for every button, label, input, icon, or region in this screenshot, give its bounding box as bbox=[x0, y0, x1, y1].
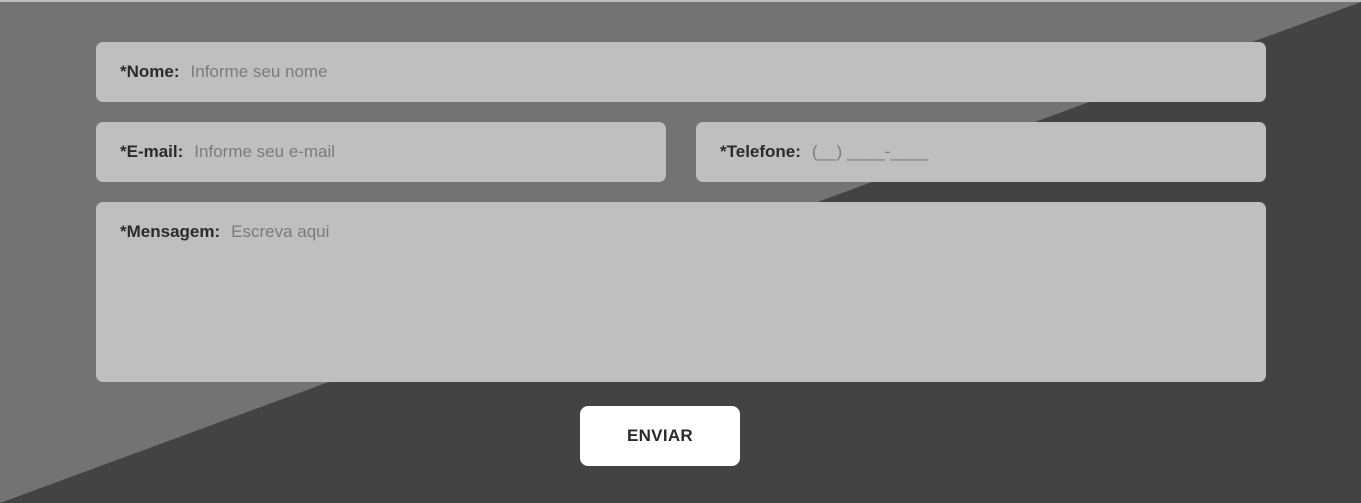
phone-field-container: *Telefone: bbox=[696, 122, 1266, 182]
name-label: *Nome: bbox=[120, 62, 180, 81]
email-field-container: *E-mail: bbox=[96, 122, 666, 182]
phone-input[interactable] bbox=[811, 142, 1242, 162]
message-label: *Mensagem: bbox=[120, 222, 221, 241]
name-input[interactable] bbox=[190, 62, 1242, 82]
phone-label: *Telefone: bbox=[720, 142, 801, 161]
name-field-container: *Nome: bbox=[96, 42, 1266, 102]
message-textarea[interactable] bbox=[231, 222, 1242, 362]
submit-button[interactable]: ENVIAR bbox=[580, 406, 740, 466]
email-label: *E-mail: bbox=[120, 142, 184, 161]
email-input[interactable] bbox=[194, 142, 642, 162]
message-field-container: *Mensagem: bbox=[96, 202, 1266, 382]
